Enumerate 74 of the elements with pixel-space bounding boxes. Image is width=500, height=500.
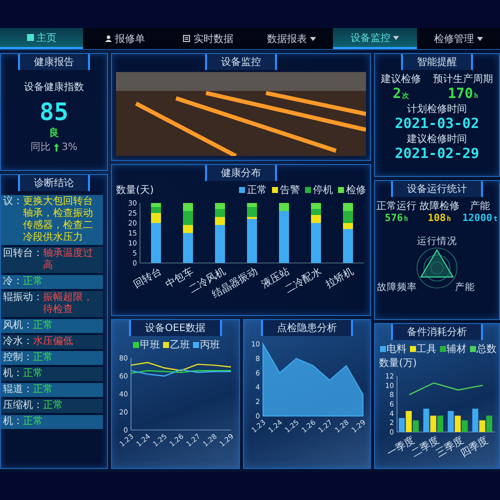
stat-label: 预计生产周期 bbox=[433, 72, 493, 86]
diagnosis-label: 冷水： bbox=[3, 336, 33, 348]
diagnosis-value: 正常 bbox=[33, 320, 54, 332]
panel-title: 健康分布 bbox=[205, 165, 277, 181]
stat-label: 建议检修 bbox=[381, 72, 421, 86]
nav-tab[interactable]: 报修单 bbox=[83, 28, 167, 49]
panel-title: 健康报告 bbox=[18, 54, 90, 70]
nav-tab[interactable]: 数据报表 bbox=[250, 28, 334, 49]
panel-title: 设备监控 bbox=[205, 54, 277, 70]
diagnosis-label: 机： bbox=[3, 368, 23, 380]
arrow-up-icon bbox=[54, 142, 59, 152]
nav-tab[interactable]: 检修管理 bbox=[416, 28, 500, 49]
radar-chart-drawing bbox=[416, 248, 458, 288]
yoy-value: 3% bbox=[62, 142, 78, 152]
diagnosis-value: 正常 bbox=[23, 276, 44, 288]
nav-tab[interactable]: 实时数据 bbox=[166, 28, 250, 49]
diagnosis-value: 振幅超限，待检查 bbox=[43, 292, 94, 316]
index-label: 设备健康指数 bbox=[24, 80, 84, 94]
diagnosis-value: 正常 bbox=[33, 352, 54, 364]
diagnosis-value: 更换大包回转台轴承，检查振动传感器，检查二冷段供水压力 bbox=[23, 196, 94, 244]
panel-title: 诊断结论 bbox=[18, 175, 90, 191]
diagnosis-label: 机： bbox=[3, 416, 23, 428]
legend-label: 辅材 bbox=[446, 342, 466, 356]
diagnosis-value: 正常 bbox=[23, 416, 44, 428]
stat-label: 故障检修 bbox=[419, 200, 460, 213]
diagnosis-value: 正常 bbox=[33, 384, 54, 396]
date-value: 2021-03-02 bbox=[394, 116, 480, 132]
axis-category-label: 拉矫机 bbox=[324, 266, 356, 291]
diagnosis-label: 压缩机： bbox=[3, 400, 43, 412]
date-label: 建议检修时间 bbox=[407, 132, 467, 146]
diagnosis-label: 冷： bbox=[3, 276, 23, 288]
diagnosis-label: 回转台： bbox=[3, 248, 43, 261]
diagnosis-value: 轴承温度过高 bbox=[43, 248, 94, 272]
legend-label: 甲班 bbox=[140, 338, 160, 352]
health-index-value: 85 bbox=[40, 98, 68, 126]
legend-label: 正常 bbox=[247, 184, 267, 197]
diagnosis-label: 辊道： bbox=[3, 384, 33, 396]
yoy-label: 同比 bbox=[30, 140, 51, 154]
date-label: 计划检修时间 bbox=[407, 102, 467, 116]
stat-label: 产能 bbox=[470, 200, 490, 213]
diagnosis-label: 议： bbox=[3, 196, 23, 209]
panel-title: 设备运行统计 bbox=[391, 181, 483, 197]
legend-label: 乙班 bbox=[170, 338, 190, 352]
diagnosis-value: 正常 bbox=[43, 400, 64, 412]
legend-label: 总数 bbox=[476, 342, 496, 356]
axis-category-label: 回转台 bbox=[132, 266, 164, 291]
legend-label: 检修 bbox=[346, 184, 366, 197]
legend-label: 停机 bbox=[313, 184, 333, 197]
date-value: 2021-02-29 bbox=[394, 146, 480, 162]
diagnosis-label: 控制： bbox=[3, 352, 33, 364]
legend-label: 电料 bbox=[386, 342, 406, 356]
legend-label: 丙班 bbox=[200, 338, 220, 352]
panel-title: 设备OEE数据 bbox=[128, 320, 222, 336]
document-icon bbox=[183, 35, 190, 42]
diagnosis-label: 辊振动： bbox=[3, 292, 43, 305]
axis-title: 数量(万) bbox=[379, 357, 417, 370]
user-icon bbox=[104, 35, 112, 42]
diagnosis-label: 风机： bbox=[3, 320, 33, 332]
diagnosis-value: 水压偏低 bbox=[33, 336, 74, 348]
panel-title: 备件消耗分析 bbox=[391, 324, 483, 340]
axis-title: 数量(天) bbox=[116, 184, 154, 197]
radar-axis-label: 产能 bbox=[455, 282, 475, 293]
nav-tab[interactable]: 主页 bbox=[0, 28, 84, 49]
nav-tab[interactable]: 设备监控 bbox=[333, 28, 417, 49]
radar-axis-label: 故障频率 bbox=[377, 282, 417, 293]
legend-label: 告警 bbox=[280, 184, 300, 197]
stat-label: 正常运行 bbox=[376, 200, 416, 213]
legend-label: 工具 bbox=[416, 343, 436, 356]
diagnosis-value: 正常 bbox=[23, 368, 44, 380]
panel-title: 智能提醒 bbox=[401, 54, 473, 70]
grid-icon bbox=[26, 34, 34, 41]
radar-axis-label: 运行情况 bbox=[417, 236, 457, 247]
panel-title: 点检隐患分析 bbox=[260, 320, 353, 336]
health-grade: 良 bbox=[49, 126, 59, 140]
